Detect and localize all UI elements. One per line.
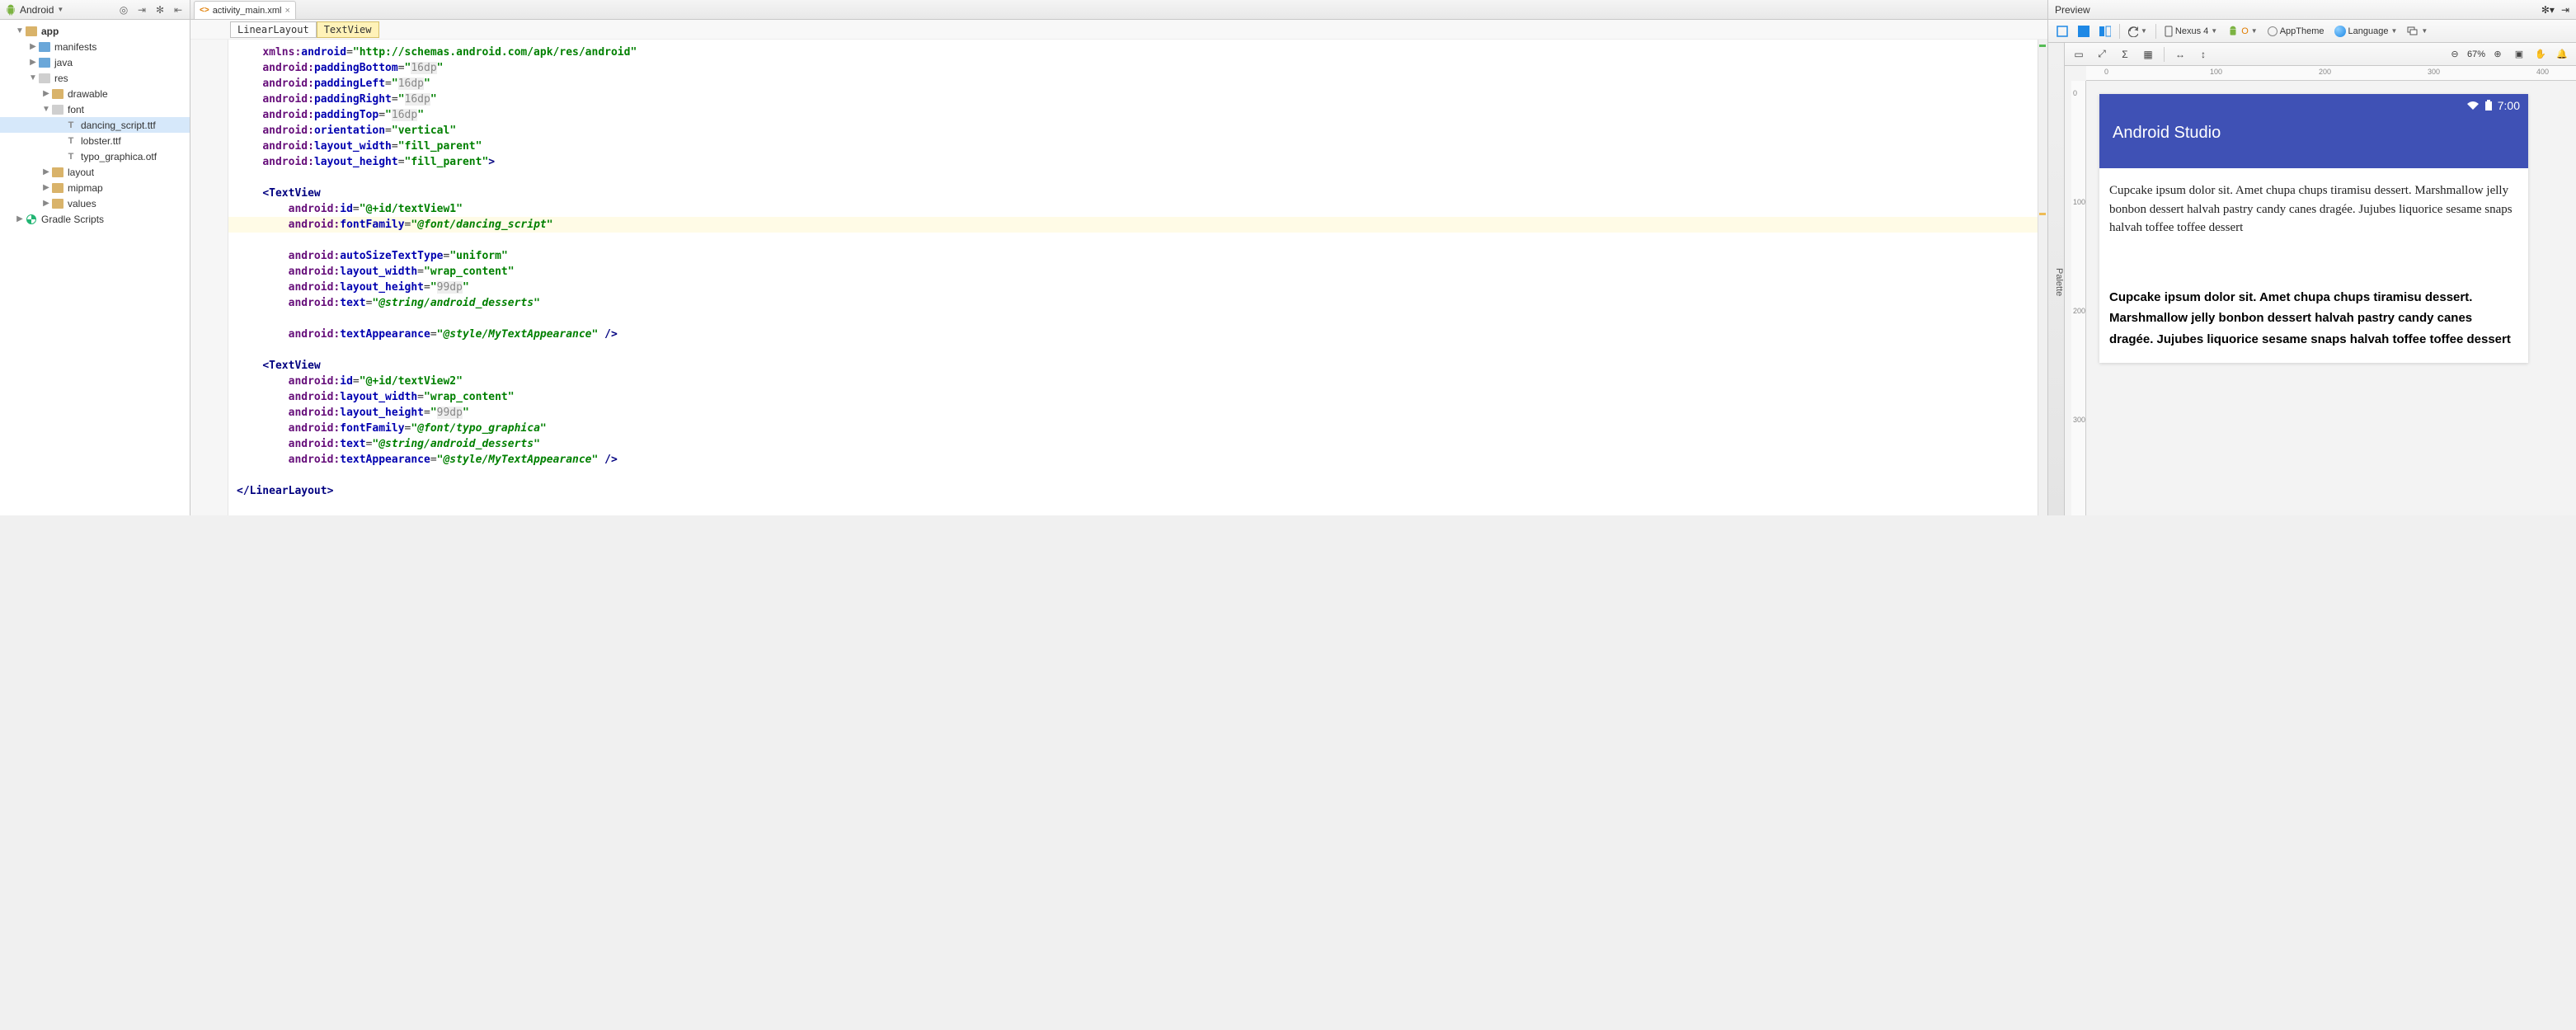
theme-label: AppTheme — [2280, 26, 2325, 36]
design-surface: ▭ ⤢ Σ ▦ ↔ ↕ ⊖ 67% ⊕ ▣ ✋ 🔔 0 100 — [2065, 43, 2576, 515]
device-status-bar: 7:00 — [2466, 99, 2520, 112]
tree-font-file[interactable]: Tdancing_script.ttf — [0, 117, 190, 133]
ruler-horizontal: 0 100 200 300 400 — [2086, 66, 2576, 81]
android-icon — [2227, 26, 2239, 37]
battery-icon — [2484, 100, 2493, 111]
code-content[interactable]: xmlns:android="http://schemas.android.co… — [190, 40, 2047, 504]
zoom-in-button[interactable]: ⊕ — [2489, 45, 2507, 63]
crumb-textview[interactable]: TextView — [317, 21, 379, 38]
palette-strip[interactable]: Palette — [2048, 43, 2065, 515]
preview-toolbar-2: ▭ ⤢ Σ ▦ ↔ ↕ ⊖ 67% ⊕ ▣ ✋ 🔔 — [2065, 43, 2576, 66]
tree-java[interactable]: ▶java — [0, 54, 190, 70]
warnings-icon[interactable]: ▦ — [2139, 45, 2157, 63]
expand-h-icon[interactable]: ↔ — [2171, 45, 2189, 63]
project-panel: Android ▼ ◎ ⇥ ✻ ⇤ ▼app ▶manifests ▶java … — [0, 0, 190, 515]
project-tree: ▼app ▶manifests ▶java ▼res ▶drawable ▼fo… — [0, 20, 190, 230]
close-icon[interactable]: × — [284, 6, 289, 16]
project-header: Android ▼ ◎ ⇥ ✻ ⇤ — [0, 0, 190, 20]
tree-res[interactable]: ▼res — [0, 70, 190, 86]
app-title: Android Studio — [2113, 124, 2515, 143]
tree-layout[interactable]: ▶layout — [0, 164, 190, 180]
sigma-icon[interactable]: Σ — [2116, 45, 2134, 63]
select-icon[interactable]: ▭ — [2070, 45, 2088, 63]
tree-values[interactable]: ▶values — [0, 195, 190, 211]
orientation-dropdown[interactable]: ▼ — [2125, 26, 2151, 37]
language-dropdown[interactable]: Language▼ — [2331, 26, 2401, 37]
notifications-icon[interactable]: 🔔 — [2553, 45, 2571, 63]
api-dropdown[interactable]: O▼ — [2224, 26, 2260, 37]
pan-icon[interactable]: ⤢ — [2093, 45, 2111, 63]
android-icon — [5, 4, 16, 16]
font-file-icon: T — [64, 119, 78, 132]
gear-icon[interactable]: ✻▾ — [2541, 4, 2555, 16]
theme-dropdown[interactable]: AppTheme — [2264, 26, 2328, 36]
collapse-icon[interactable]: ⇥ — [135, 3, 148, 16]
language-label: Language — [2348, 26, 2389, 36]
gear-icon[interactable]: ✻ — [153, 3, 167, 16]
device-label: Nexus 4 — [2175, 26, 2208, 36]
textview-2: Cupcake ipsum dolor sit. Amet chupa chup… — [2109, 287, 2518, 350]
tree-font-file[interactable]: Ttypo_graphica.otf — [0, 148, 190, 164]
tree-font-file[interactable]: Tlobster.ttf — [0, 133, 190, 148]
zoom-fit-button[interactable]: ▣ — [2510, 45, 2528, 63]
error-stripe — [2038, 40, 2047, 515]
layers-icon — [2407, 26, 2419, 36]
tree-font[interactable]: ▼font — [0, 101, 190, 117]
gradle-icon — [26, 214, 36, 224]
device-frame: 7:00 Android Studio Cupcake ipsum dolor … — [2099, 94, 2528, 363]
editor-breadcrumb: LinearLayout TextView — [190, 20, 2047, 40]
zoom-controls: ⊖ 67% ⊕ ▣ ✋ 🔔 — [2446, 45, 2571, 63]
tree-gradle[interactable]: ▶Gradle Scripts — [0, 211, 190, 227]
phone-icon — [2165, 26, 2173, 37]
ruler-vertical: 0 100 200 300 — [2071, 81, 2086, 515]
project-mode-label[interactable]: Android — [20, 4, 54, 16]
zoom-level: 67% — [2467, 49, 2485, 59]
zoom-out-button[interactable]: ⊖ — [2446, 45, 2464, 63]
crumb-linearlayout[interactable]: LinearLayout — [230, 21, 317, 38]
design-view-icon[interactable] — [2053, 22, 2071, 40]
tree-app[interactable]: ▼app — [0, 23, 190, 39]
tree-mipmap[interactable]: ▶mipmap — [0, 180, 190, 195]
code-editor[interactable]: xmlns:android="http://schemas.android.co… — [190, 40, 2047, 515]
preview-header: Preview ✻▾ ⇥ — [2048, 0, 2576, 20]
editor-gutter — [190, 40, 228, 515]
device-appbar: 7:00 Android Studio — [2099, 94, 2528, 168]
wifi-icon — [2466, 101, 2480, 111]
both-view-icon[interactable] — [2096, 22, 2114, 40]
status-time: 7:00 — [2498, 99, 2520, 112]
blueprint-view-icon[interactable] — [2075, 22, 2093, 40]
textview-1: Cupcake ipsum dolor sit. Amet chupa chup… — [2109, 181, 2518, 238]
editor-tab-activity-main[interactable]: <> activity_main.xml × — [194, 1, 296, 19]
hide-panel-icon[interactable]: ⇤ — [172, 3, 185, 16]
editor-panel: <> activity_main.xml × LinearLayout Text… — [190, 0, 2048, 515]
chevron-down-icon: ▼ — [57, 6, 63, 13]
device-content: Cupcake ipsum dolor sit. Amet chupa chup… — [2099, 168, 2528, 363]
tree-drawable[interactable]: ▶drawable — [0, 86, 190, 101]
preview-toolbar-1: ▼ Nexus 4▼ O▼ AppTheme Language▼ ▼ — [2048, 20, 2576, 43]
xml-file-icon: <> — [200, 6, 209, 15]
device-dropdown[interactable]: Nexus 4▼ — [2161, 26, 2221, 37]
preview-panel: Preview ✻▾ ⇥ ▼ Nexus 4▼ O▼ AppTheme Lang… — [2048, 0, 2576, 515]
font-file-icon: T — [64, 150, 78, 163]
pan-hand-icon[interactable]: ✋ — [2531, 45, 2550, 63]
target-icon[interactable]: ◎ — [117, 3, 130, 16]
globe-icon — [2334, 26, 2346, 37]
tree-manifests[interactable]: ▶manifests — [0, 39, 190, 54]
editor-tab-label: activity_main.xml — [213, 6, 282, 16]
expand-v-icon[interactable]: ↕ — [2194, 45, 2212, 63]
hide-panel-icon[interactable]: ⇥ — [2561, 4, 2569, 16]
preview-title: Preview — [2055, 4, 2535, 16]
editor-tabs: <> activity_main.xml × — [190, 0, 2047, 20]
rotate-icon — [2128, 26, 2138, 37]
design-canvas[interactable]: 7:00 Android Studio Cupcake ipsum dolor … — [2096, 91, 2568, 507]
font-file-icon: T — [64, 134, 78, 148]
theme-icon — [2268, 26, 2278, 36]
variant-dropdown[interactable]: ▼ — [2404, 26, 2431, 36]
